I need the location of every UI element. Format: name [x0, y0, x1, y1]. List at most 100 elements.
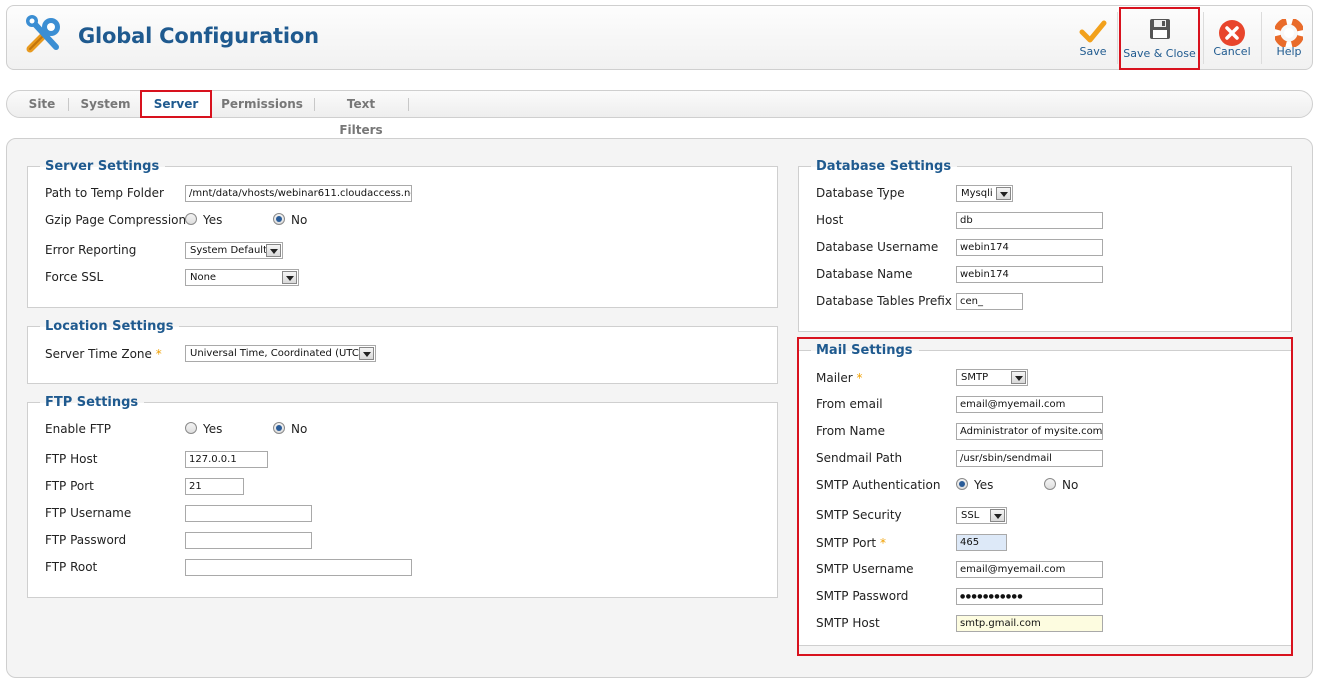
- temp-folder-label: Path to Temp Folder: [45, 186, 164, 200]
- smtp-security-label: SMTP Security: [816, 508, 902, 522]
- enable-ftp-yes-label: Yes: [203, 422, 223, 436]
- mailer-label: Mailer *: [816, 371, 863, 385]
- cancel-button[interactable]: Cancel: [1210, 12, 1254, 64]
- error-reporting-select[interactable]: System Default: [185, 242, 283, 259]
- required-marker: *: [155, 347, 162, 361]
- ftp-password-input[interactable]: [185, 532, 312, 549]
- location-settings-legend: Location Settings: [40, 319, 180, 335]
- gzip-no-radio[interactable]: [273, 213, 285, 225]
- ftp-host-label: FTP Host: [45, 452, 98, 466]
- error-reporting-value: System Default: [190, 245, 268, 256]
- smtp-auth-no-label: No: [1062, 478, 1079, 492]
- smtp-security-select[interactable]: SSL: [956, 507, 1007, 524]
- enable-ftp-no-radio[interactable]: [273, 422, 285, 434]
- tab-text-filters[interactable]: Text Filters: [324, 91, 398, 137]
- toolbar-header: Global Configuration Save Save & Close C…: [6, 5, 1313, 70]
- db-name-label: Database Name: [816, 267, 913, 281]
- save-close-button-label: Save & Close: [1123, 47, 1196, 60]
- from-email-input[interactable]: email@myemail.com: [956, 396, 1103, 413]
- temp-folder-input[interactable]: /mnt/data/vhosts/webinar611.cloudaccess.…: [185, 185, 412, 202]
- smtp-port-label-text: SMTP Port: [816, 536, 877, 550]
- save-button[interactable]: Save: [1072, 12, 1114, 64]
- chevron-down-icon: [996, 187, 1011, 200]
- error-reporting-label: Error Reporting: [45, 243, 137, 257]
- force-ssl-label: Force SSL: [45, 270, 104, 284]
- config-tabs: Site System Server Permissions Text Filt…: [6, 90, 1313, 137]
- checkmark-icon: [1079, 19, 1107, 48]
- force-ssl-select[interactable]: None: [185, 269, 299, 286]
- tools-icon: [22, 13, 66, 60]
- smtp-auth-no-radio[interactable]: [1044, 478, 1056, 490]
- save-close-button[interactable]: Save & Close: [1119, 7, 1200, 70]
- help-button-label: Help: [1276, 45, 1302, 58]
- floppy-disk-icon: [1149, 18, 1171, 43]
- db-name-input[interactable]: webin174: [956, 266, 1103, 283]
- ftp-root-input[interactable]: [185, 559, 412, 576]
- gzip-yes-label: Yes: [203, 213, 223, 227]
- server-settings-legend: Server Settings: [40, 159, 166, 175]
- save-button-label: Save: [1079, 45, 1107, 58]
- db-username-input[interactable]: webin174: [956, 239, 1103, 256]
- smtp-host-label: SMTP Host: [816, 616, 880, 630]
- gzip-yes-radio[interactable]: [185, 213, 197, 225]
- smtp-password-input[interactable]: ●●●●●●●●●●●: [956, 588, 1103, 605]
- from-name-input[interactable]: Administrator of mysite.com: [956, 423, 1103, 440]
- ftp-password-label: FTP Password: [45, 533, 127, 547]
- timezone-label-text: Server Time Zone: [45, 347, 152, 361]
- chevron-down-icon: [1011, 371, 1026, 384]
- ftp-settings-legend: FTP Settings: [40, 395, 145, 411]
- db-host-label: Host: [816, 213, 844, 227]
- chevron-down-icon: [266, 244, 281, 257]
- cancel-button-label: Cancel: [1213, 45, 1251, 58]
- database-settings-legend: Database Settings: [811, 159, 958, 175]
- smtp-auth-yes-radio[interactable]: [956, 478, 968, 490]
- gzip-label: Gzip Page Compression: [45, 213, 187, 227]
- tab-permissions[interactable]: Permissions: [221, 91, 303, 117]
- mail-settings-legend: Mail Settings: [811, 343, 919, 359]
- smtp-password-label: SMTP Password: [816, 589, 909, 603]
- smtp-auth-yes-label: Yes: [974, 478, 994, 492]
- smtp-auth-label: SMTP Authentication: [816, 478, 941, 492]
- ftp-port-label: FTP Port: [45, 479, 94, 493]
- chevron-down-icon: [359, 347, 374, 360]
- sendmail-path-input[interactable]: /usr/sbin/sendmail: [956, 450, 1103, 467]
- db-type-select[interactable]: Mysqli: [956, 185, 1013, 202]
- timezone-value: Universal Time, Coordinated (UTC): [190, 348, 363, 359]
- mailer-label-text: Mailer: [816, 371, 853, 385]
- tab-site[interactable]: Site: [27, 91, 57, 117]
- timezone-label: Server Time Zone *: [45, 347, 162, 361]
- enable-ftp-yes-radio[interactable]: [185, 422, 197, 434]
- ftp-host-input[interactable]: 127.0.0.1: [185, 451, 268, 468]
- smtp-port-input[interactable]: 465: [956, 534, 1007, 551]
- db-prefix-input[interactable]: cen_: [956, 293, 1023, 310]
- required-marker: *: [856, 371, 863, 385]
- smtp-username-input[interactable]: email@myemail.com: [956, 561, 1103, 578]
- db-type-label: Database Type: [816, 186, 905, 200]
- ftp-username-input[interactable]: [185, 505, 312, 522]
- enable-ftp-no-label: No: [291, 422, 308, 436]
- sendmail-path-label: Sendmail Path: [816, 451, 903, 465]
- ftp-root-label: FTP Root: [45, 560, 98, 574]
- smtp-security-value: SSL: [961, 510, 980, 521]
- tab-system[interactable]: System: [78, 91, 133, 117]
- db-host-input[interactable]: db: [956, 212, 1103, 229]
- timezone-select[interactable]: Universal Time, Coordinated (UTC): [185, 345, 376, 362]
- enable-ftp-label: Enable FTP: [45, 422, 111, 436]
- force-ssl-value: None: [190, 272, 217, 283]
- db-prefix-label: Database Tables Prefix: [816, 294, 952, 308]
- from-name-label: From Name: [816, 424, 885, 438]
- tab-server[interactable]: Server: [140, 90, 212, 118]
- mailer-select[interactable]: SMTP: [956, 369, 1028, 386]
- help-button[interactable]: Help: [1269, 12, 1309, 64]
- required-marker: *: [879, 536, 886, 550]
- gzip-no-label: No: [291, 213, 308, 227]
- smtp-port-label: SMTP Port *: [816, 536, 886, 550]
- ftp-username-label: FTP Username: [45, 506, 132, 520]
- ftp-port-input[interactable]: 21: [185, 478, 244, 495]
- smtp-host-input[interactable]: smtp.gmail.com: [956, 615, 1103, 632]
- page-title: Global Configuration: [78, 24, 319, 48]
- chevron-down-icon: [282, 271, 297, 284]
- smtp-username-label: SMTP Username: [816, 562, 914, 576]
- chevron-down-icon: [990, 509, 1005, 522]
- db-type-value: Mysqli: [961, 188, 993, 199]
